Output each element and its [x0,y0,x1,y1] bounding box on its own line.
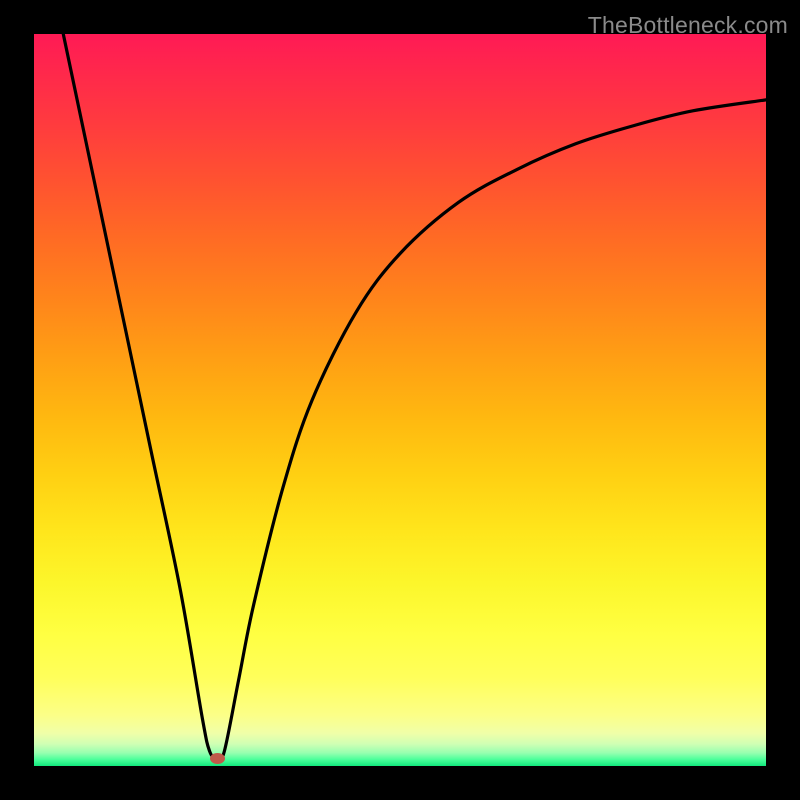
optimal-marker [210,753,225,764]
chart-frame: TheBottleneck.com [0,0,800,800]
plot-area [34,34,766,766]
bottleneck-curve [34,34,766,766]
watermark-text: TheBottleneck.com [588,12,788,39]
